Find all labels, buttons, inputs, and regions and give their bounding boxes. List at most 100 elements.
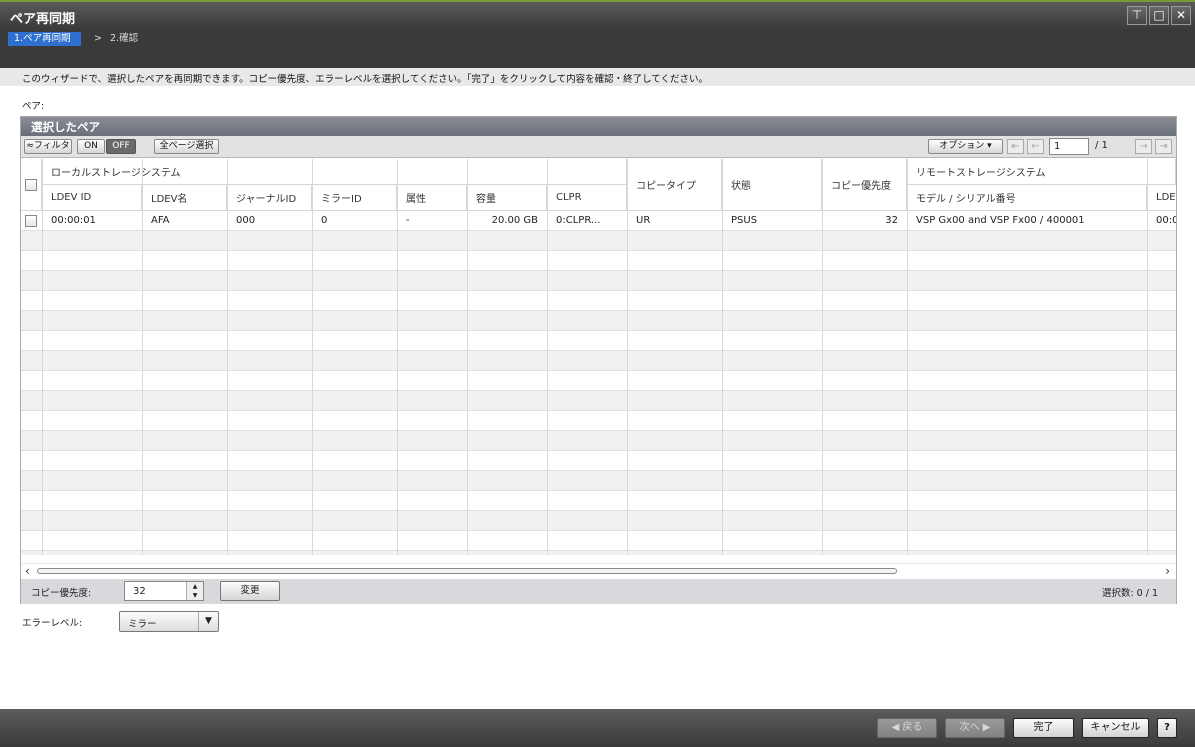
back-button[interactable]: ◀ 戻る [877,718,937,738]
options-button[interactable]: オプション ▾ [928,139,1003,154]
column-divider [312,159,313,555]
header-copy-priority[interactable]: コピー優先度 [822,159,907,211]
filter-button[interactable]: ≈フィルタ [24,139,72,154]
cell-copy-priority: 32 [885,215,898,226]
copy-priority-value[interactable]: 32 [133,586,146,597]
header-copy-type[interactable]: コピータイプ [627,159,722,211]
cancel-button[interactable]: キャンセル [1082,718,1149,738]
step-confirm: 2.確認 [110,33,139,44]
empty-table-row [21,451,1176,471]
horizontal-scrollbar[interactable]: ‹ › [21,563,1176,578]
empty-table-row [21,291,1176,311]
header-ldev-name[interactable]: LDEV名 [142,185,227,211]
select-all-pages-button[interactable]: 全ページ選択 [154,139,219,154]
empty-table-row [21,231,1176,251]
header-remote-ldev[interactable]: LDEV [1147,185,1176,211]
filter-on-button[interactable]: ON [77,139,105,154]
empty-table-row [21,331,1176,351]
filter-off-button[interactable]: OFF [106,139,136,154]
empty-table-row [21,471,1176,491]
last-page-icon[interactable]: ⇥ [1155,139,1172,154]
selection-count: 選択数: 0 / 1 [1101,588,1158,599]
column-divider [1147,159,1148,555]
pin-icon[interactable]: ⊤ [1127,6,1147,25]
table-toolbar: ≈フィルタ ON OFF 全ページ選択 オプション ▾ ⇤ ← 1 / 1 → … [21,136,1176,158]
cell-status: PSUS [731,215,758,226]
copy-priority-stepper[interactable]: 32 ▲ ▼ [124,581,204,601]
header-model-serial[interactable]: モデル / シリアル番号 [907,185,1147,211]
cell-attribute: - [406,215,410,226]
header-remote-storage: リモートストレージシステム [907,159,1176,185]
header-ldev-id[interactable]: LDEV ID [42,185,142,211]
window-title: ペア再同期 [10,12,76,27]
empty-table-row [21,271,1176,291]
cell-ldev-name: AFA [151,215,170,226]
header-select-all-cell [21,159,42,211]
pairs-table: ローカルストレージシステム コピータイプ 状態 コピー優先度 リモートストレージ… [21,159,1176,555]
column-divider [142,159,143,555]
panel-title: 選択したペア [21,117,1176,136]
scroll-left-icon[interactable]: ‹ [25,564,30,578]
empty-table-row [21,411,1176,431]
first-page-icon[interactable]: ⇤ [1007,139,1024,154]
cell-capacity: 20.00 GB [491,215,538,226]
table-row[interactable]: 00:00:01 AFA 000 0 - 20.00 GB 0:CLPR... … [21,211,1176,231]
cell-model-serial: VSP Gx00 and VSP Fx00 / 400001 [916,215,1085,226]
header-mirror-id[interactable]: ミラーID [312,185,397,211]
change-button[interactable]: 変更 [220,581,280,601]
description-text: このウィザードで、選択したペアを再同期できます。コピー優先度、エラーレベルを選択… [22,74,708,85]
title-bar: ペア再同期 ⊤ □ ✕ [0,0,1195,28]
empty-table-row [21,431,1176,451]
column-divider [467,159,468,555]
column-divider [627,159,628,555]
header-journal-id[interactable]: ジャーナルID [227,185,312,211]
maximize-icon[interactable]: □ [1149,6,1169,25]
cell-clpr: 0:CLPR... [556,215,601,226]
column-divider [907,159,908,555]
step-current: 1.ペア再同期 [8,32,81,46]
empty-table-row [21,551,1176,555]
scroll-thumb[interactable] [37,568,897,574]
empty-table-row [21,491,1176,511]
selected-pairs-panel: 選択したペア ≈フィルタ ON OFF 全ページ選択 オプション ▾ ⇤ ← 1… [20,116,1177,604]
prev-page-icon[interactable]: ← [1027,139,1044,154]
finish-button[interactable]: 完了 [1013,718,1074,738]
error-level-label: エラーレベル: [22,618,83,629]
column-divider [42,159,43,555]
scroll-right-icon[interactable]: › [1165,564,1170,578]
column-divider [822,159,823,555]
priority-bar: コピー優先度: 32 ▲ ▼ 変更 選択数: 0 / 1 [21,579,1176,604]
column-divider [722,159,723,555]
close-icon[interactable]: ✕ [1171,6,1191,25]
copy-priority-label: コピー優先度: [31,588,92,599]
error-level-select[interactable]: ミラー ▼ [119,611,219,632]
column-divider [227,159,228,555]
page-total: / 1 [1095,140,1108,151]
header-local-storage: ローカルストレージシステム [42,159,627,185]
cell-journal-id: 000 [236,215,256,226]
cell-copy-type: UR [636,215,651,226]
header-capacity[interactable]: 容量 [467,185,547,211]
empty-table-row [21,251,1176,271]
cell-mirror-id: 0 [321,215,328,226]
footer-bar: ◀ 戻る 次へ ▶ 完了 キャンセル ? [0,709,1195,747]
empty-table-row [21,351,1176,371]
header-status[interactable]: 状態 [722,159,822,211]
stepper-arrows-icon[interactable]: ▲ ▼ [186,582,203,600]
cell-ldev-id: 00:00:01 [51,215,96,226]
next-page-icon[interactable]: → [1135,139,1152,154]
empty-table-row [21,511,1176,531]
next-button[interactable]: 次へ ▶ [945,718,1005,738]
column-divider [397,159,398,555]
header-attribute[interactable]: 属性 [397,185,467,211]
select-all-checkbox[interactable] [25,178,37,191]
help-icon[interactable]: ? [1157,718,1177,738]
header-clpr[interactable]: CLPR [547,185,627,211]
row-checkbox[interactable] [25,215,37,227]
page-number-input[interactable]: 1 [1049,138,1089,155]
error-level-value: ミラー [128,619,157,630]
empty-table-row [21,391,1176,411]
step-separator: > [94,33,102,44]
pair-label: ペア: [22,101,45,112]
chevron-down-icon: ▼ [198,612,218,631]
